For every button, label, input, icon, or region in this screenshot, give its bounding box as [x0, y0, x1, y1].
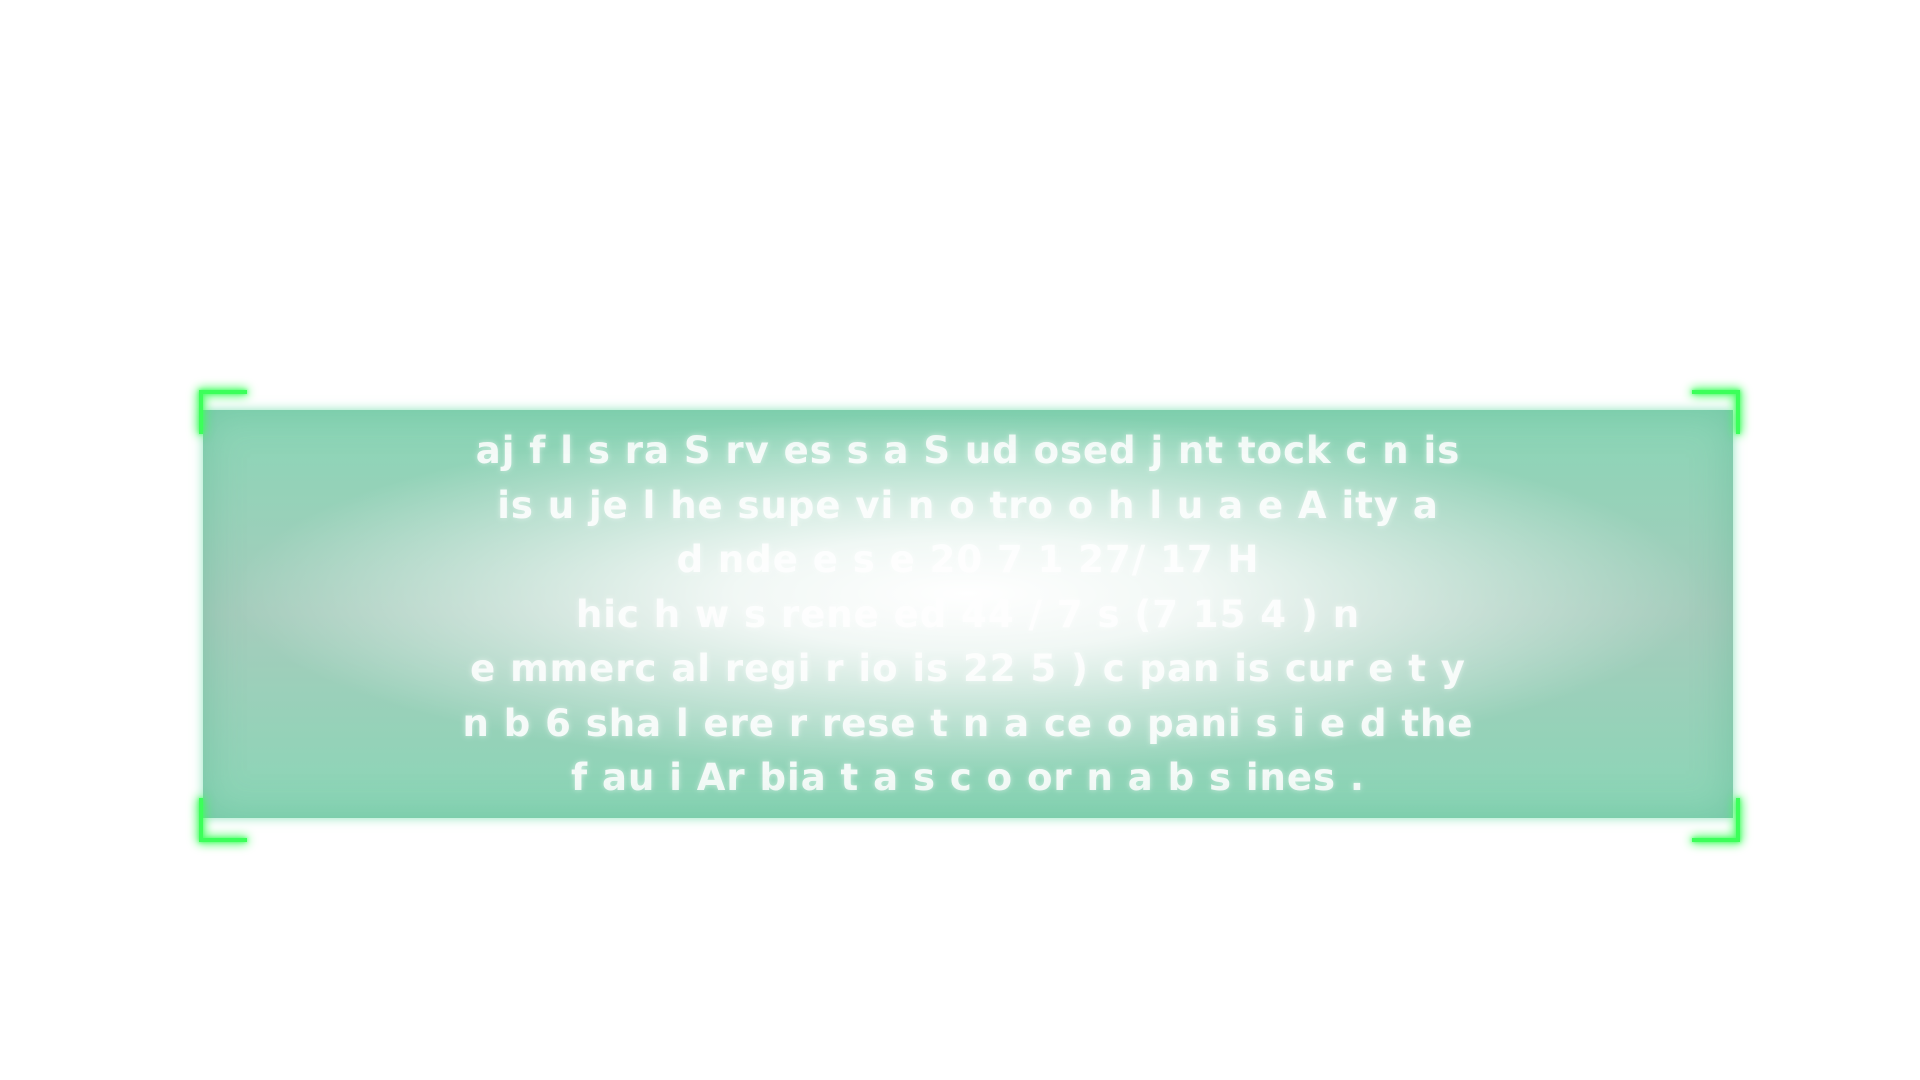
panel-text-line-1: aj f l s ra S rv es s a S ud osed j nt t…: [475, 429, 1461, 472]
panel-text-line-5: e mmerc al regi r io is 22 5 ) c pan is …: [470, 647, 1466, 690]
panel-text-line-7: f au i Ar bia t a s c o or n a b s ines …: [571, 756, 1365, 799]
corner-bracket-bottom-right-icon: [1692, 798, 1740, 842]
corner-bracket-bottom-left-icon: [199, 798, 247, 842]
corner-bracket-top-left-icon: [199, 390, 247, 434]
panel-text-line-6: n b 6 sha l ere r rese t n a ce o pani s…: [462, 701, 1474, 745]
stage: aj f l s ra S rv es s a S ud osed j nt t…: [0, 0, 1920, 1080]
panel-text-lines: aj f l s ra S rv es s a S ud osed j nt t…: [203, 424, 1733, 806]
obscured-text-panel: aj f l s ra S rv es s a S ud osed j nt t…: [203, 410, 1733, 818]
panel-text-line-2: is u je l he supe vi n o tro o h l u a e…: [497, 483, 1439, 527]
panel-text-line-3: d nde e s e 20 7 1 27/ 17 H: [676, 538, 1260, 581]
corner-bracket-top-right-icon: [1692, 390, 1740, 434]
panel-text-line-4: hic h w s rene ed 44 / 7 s (7 15 4 ) n: [575, 592, 1361, 636]
